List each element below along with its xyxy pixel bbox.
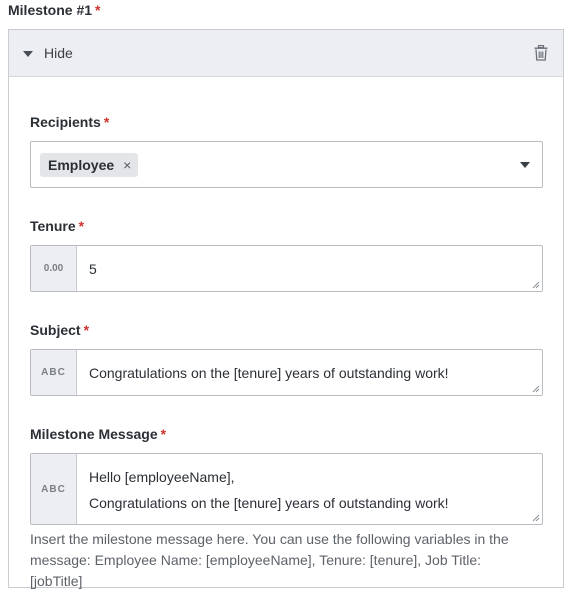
tenure-label-text: Tenure: [30, 218, 76, 234]
chip-remove-icon[interactable]: ×: [123, 157, 131, 173]
message-label-text: Milestone Message: [30, 426, 158, 442]
milestone-panel: Hide Recipients * Employee × Tenure * 0.00…: [8, 29, 564, 589]
text-type-addon: ABC: [31, 350, 77, 395]
message-textarea[interactable]: ABC Hello [employeeName], Congratulation…: [30, 453, 543, 525]
required-marker: *: [83, 322, 90, 338]
caret-down-icon: [23, 50, 33, 57]
subject-value[interactable]: Congratulations on the [tenure] years of…: [89, 365, 449, 381]
message-label: Milestone Message *: [30, 426, 166, 442]
subject-label: Subject *: [30, 322, 89, 338]
text-type-addon: ABC: [31, 454, 77, 524]
recipient-chip-label: Employee: [48, 157, 115, 173]
message-help-text: Insert the milestone message here. You c…: [30, 531, 509, 589]
dropdown-arrow-icon[interactable]: [520, 162, 530, 168]
panel-header: Hide: [9, 30, 563, 77]
message-line-2: Congratulations on the [tenure] years of…: [89, 495, 449, 511]
hide-toggle-label: Hide: [44, 45, 73, 61]
recipients-select[interactable]: Employee ×: [30, 141, 543, 188]
resize-handle-icon[interactable]: [532, 281, 540, 289]
required-marker: *: [160, 426, 167, 442]
required-marker: *: [95, 2, 101, 18]
required-marker: *: [103, 114, 110, 130]
hide-toggle-button[interactable]: Hide: [23, 30, 73, 76]
message-line-1: Hello [employeeName],: [89, 469, 235, 485]
milestone-title: Milestone #1 *: [8, 2, 100, 18]
milestone-title-text: Milestone #1: [8, 2, 93, 18]
recipient-chip-employee: Employee ×: [40, 153, 139, 177]
resize-handle-icon[interactable]: [532, 514, 540, 522]
trash-icon[interactable]: [534, 45, 548, 61]
number-type-addon: 0.00: [31, 246, 77, 291]
tenure-label: Tenure *: [30, 218, 84, 234]
recipients-label: Recipients *: [30, 114, 109, 130]
recipients-label-text: Recipients: [30, 114, 101, 130]
subject-label-text: Subject: [30, 322, 81, 338]
required-marker: *: [78, 218, 85, 234]
tenure-value[interactable]: 5: [89, 261, 97, 277]
subject-field[interactable]: ABC Congratulations on the [tenure] year…: [30, 349, 543, 396]
resize-handle-icon[interactable]: [532, 385, 540, 393]
tenure-field[interactable]: 0.00 5: [30, 245, 543, 292]
